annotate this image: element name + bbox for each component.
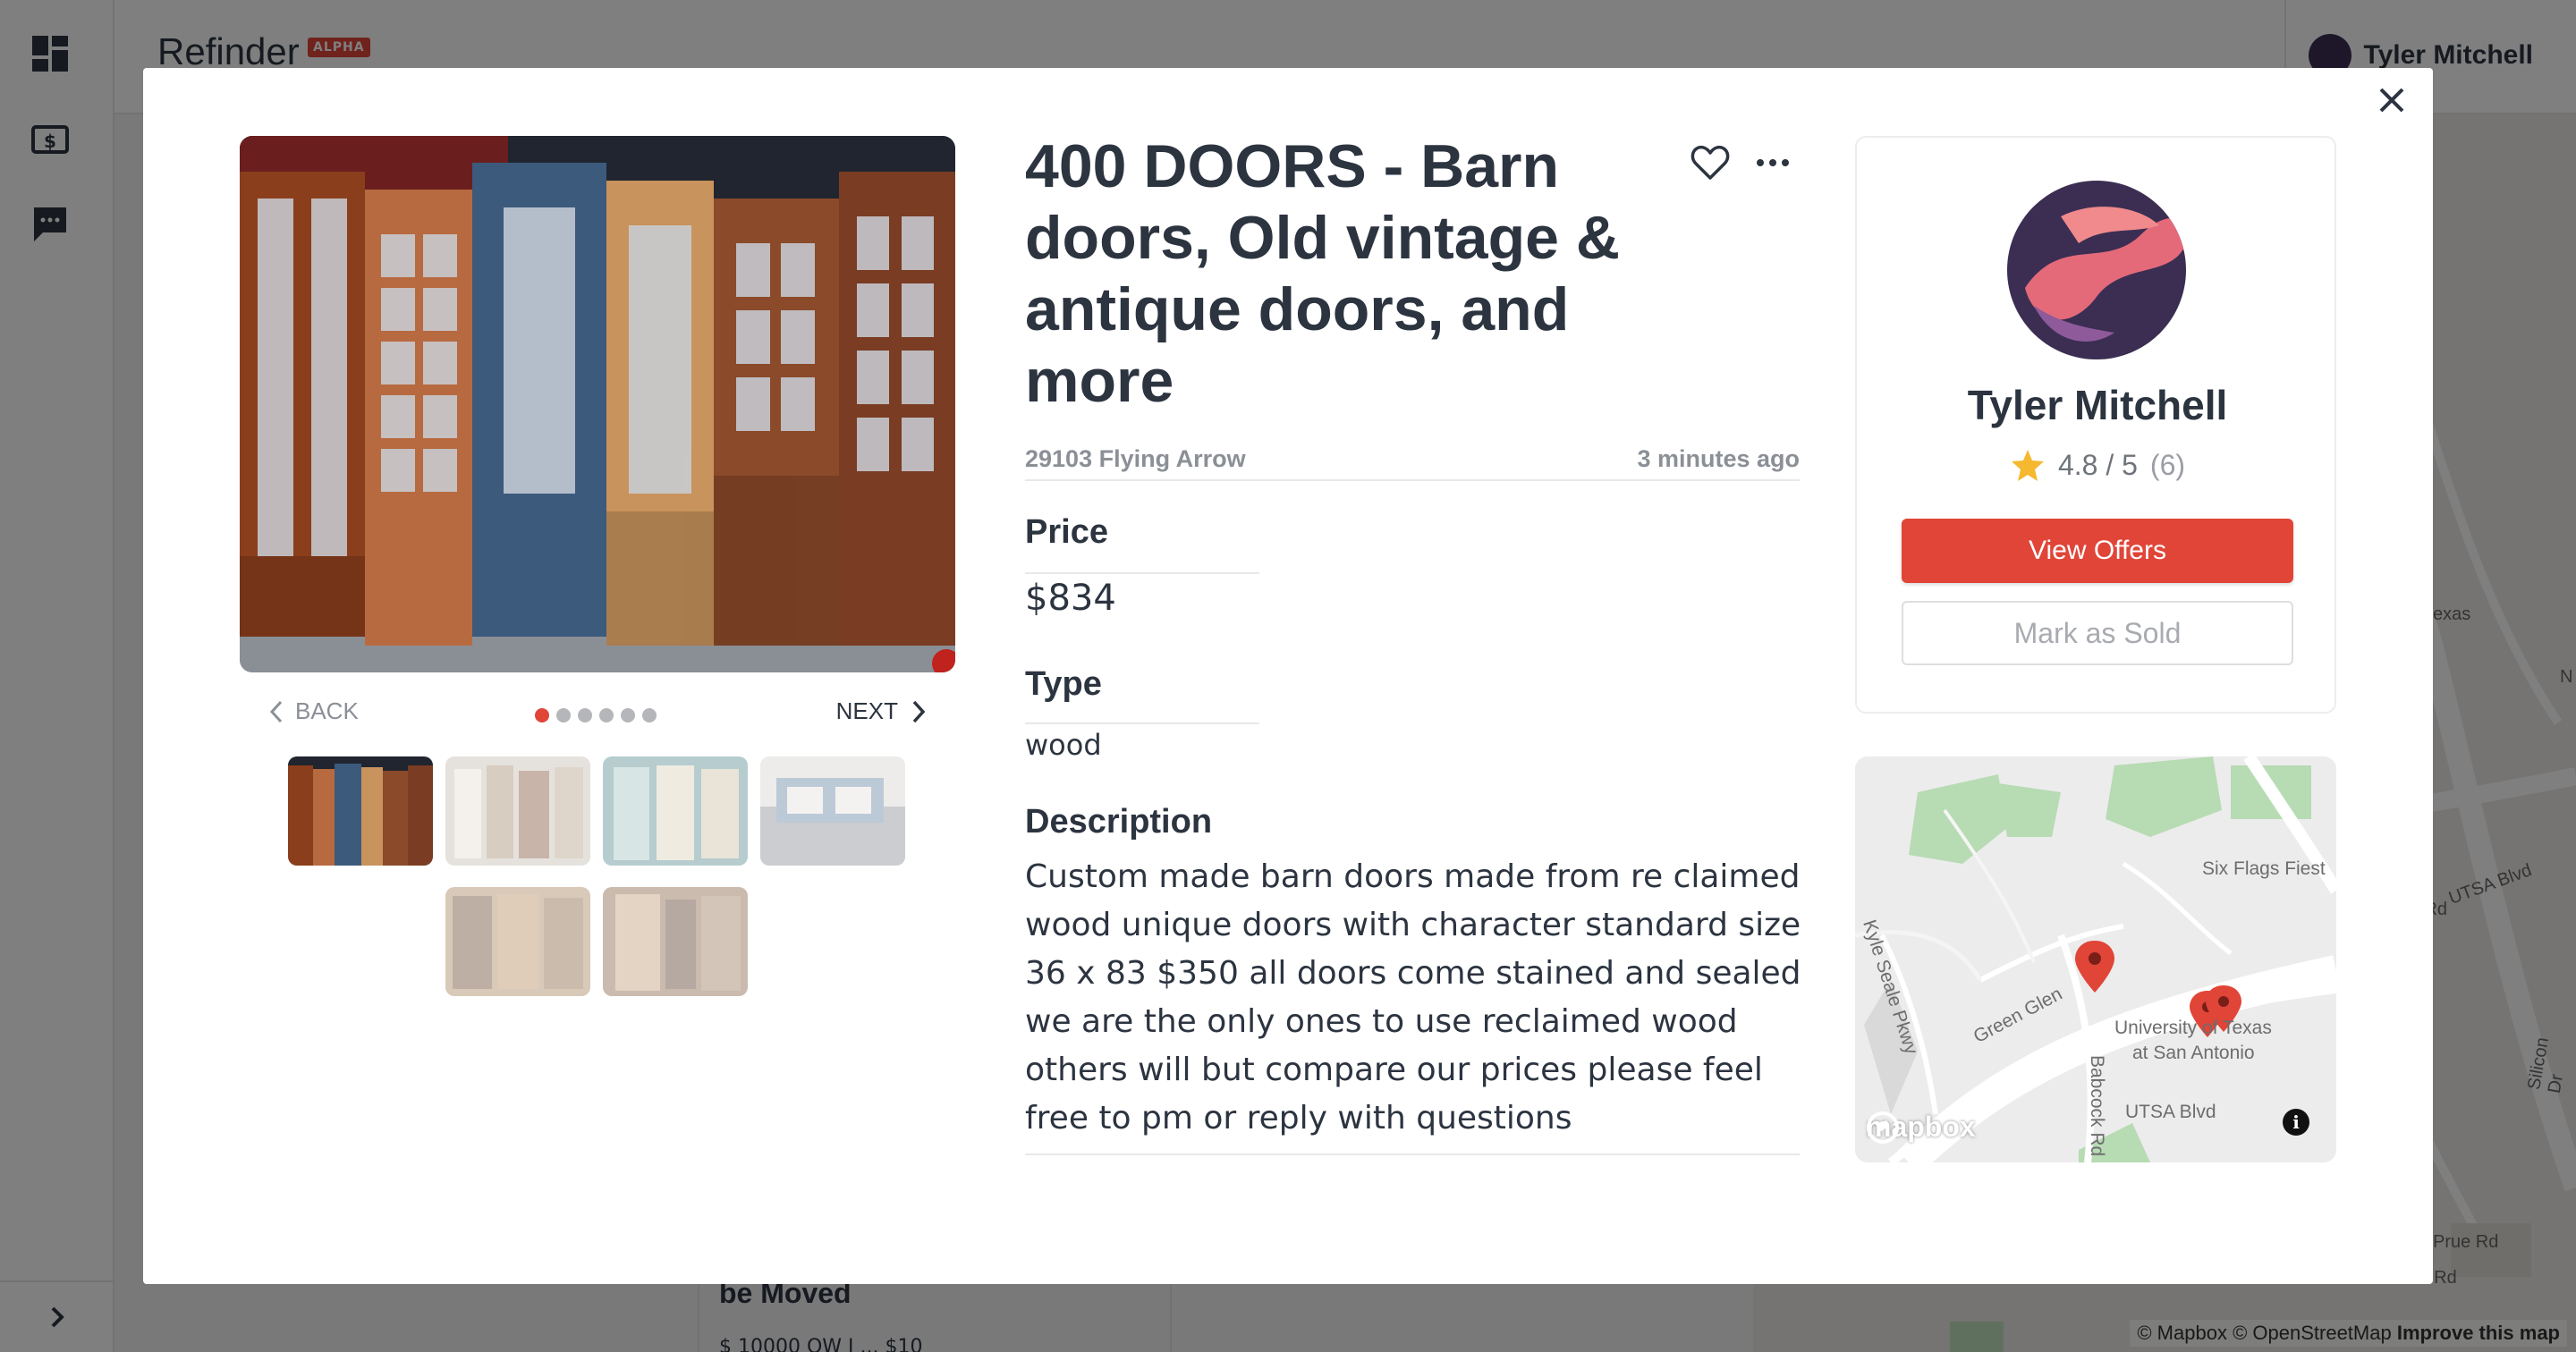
main-photo[interactable]	[240, 136, 955, 672]
gallery-dot[interactable]	[642, 708, 657, 722]
price-label: Price	[1025, 513, 1108, 551]
map-label: University of Texas	[2114, 1018, 2272, 1038]
type-value: wood	[1025, 728, 1102, 762]
gallery-dot[interactable]	[599, 708, 614, 722]
listing-location: 29103 Flying Arrow	[1025, 445, 1246, 472]
rating-max: 5	[2122, 448, 2138, 481]
mark-as-sold-button[interactable]: Mark as Sold	[1902, 601, 2293, 665]
gallery-next-label: NEXT	[835, 697, 898, 724]
gallery-dot[interactable]	[535, 708, 549, 722]
close-icon	[2379, 88, 2404, 113]
gallery-back-label: BACK	[295, 697, 359, 724]
listing-title: 400 DOORS - Barn doors, Old vintage & an…	[1025, 132, 1620, 415]
doors-photo	[240, 136, 955, 672]
favorite-button[interactable]	[1689, 141, 1732, 184]
listing-timestamp: 3 minutes ago	[1637, 445, 1800, 472]
gallery-back-button[interactable]: BACK	[268, 697, 359, 725]
thumbnail[interactable]	[445, 756, 590, 866]
gallery-dot[interactable]	[578, 708, 592, 722]
gallery-next-button[interactable]: NEXT	[836, 697, 927, 725]
seller-rating: 4.8 / 5 (6)	[1857, 447, 2338, 483]
more-options-button[interactable]	[1751, 143, 1794, 182]
mapbox-icon	[1867, 1111, 1899, 1144]
map-label: UTSA Blvd	[2125, 1102, 2216, 1122]
description-text: Custom made barn doors made from re clai…	[1025, 858, 1801, 1137]
map-label: Six Flags Fiest	[2202, 858, 2326, 879]
type-label: Type	[1025, 665, 1102, 703]
thumbnail[interactable]	[445, 887, 590, 996]
rating-value: 4.8	[2057, 448, 2098, 481]
gallery-dot[interactable]	[556, 708, 571, 722]
divider	[1025, 722, 1259, 724]
chevron-right-icon	[912, 700, 926, 722]
listing-map[interactable]: Six Flags Fiest Kyle Seale Pkwy Green Gl…	[1855, 756, 2336, 1162]
thumbnail[interactable]	[760, 756, 905, 866]
gallery-nav: BACK NEXT	[268, 697, 927, 733]
map-label: Babcock Rd	[2087, 1055, 2107, 1157]
view-offers-button[interactable]: View Offers	[1902, 519, 2293, 583]
seller-name[interactable]: Tyler Mitchell	[1857, 381, 2338, 429]
gallery-dot[interactable]	[621, 708, 635, 722]
divider	[1025, 1153, 1800, 1155]
rating-separator: /	[2106, 448, 2114, 481]
star-icon	[2011, 450, 2044, 481]
thumbnail[interactable]	[603, 756, 748, 866]
thumbnail[interactable]	[288, 756, 433, 866]
map-label: at San Antonio	[2132, 1043, 2255, 1063]
review-count[interactable]: (6)	[2150, 449, 2185, 482]
description-label: Description	[1025, 803, 1213, 841]
price-value: $834	[1025, 578, 1116, 619]
more-icon	[1757, 159, 1789, 166]
gallery-dots	[535, 708, 657, 722]
info-icon[interactable]: i	[2283, 1109, 2309, 1136]
avatar[interactable]	[2007, 181, 2186, 359]
close-button[interactable]	[2370, 79, 2413, 122]
divider	[1025, 572, 1259, 574]
listing-meta: 29103 Flying Arrow 3 minutes ago	[1025, 445, 1800, 481]
seller-card: Tyler Mitchell 4.8 / 5 (6) View Offers M…	[1855, 136, 2336, 714]
heart-icon	[1690, 145, 1730, 180]
thumbnail[interactable]	[603, 887, 748, 996]
mapbox-logo[interactable]: mapbox	[1866, 1111, 1976, 1144]
chevron-left-icon	[269, 700, 283, 722]
